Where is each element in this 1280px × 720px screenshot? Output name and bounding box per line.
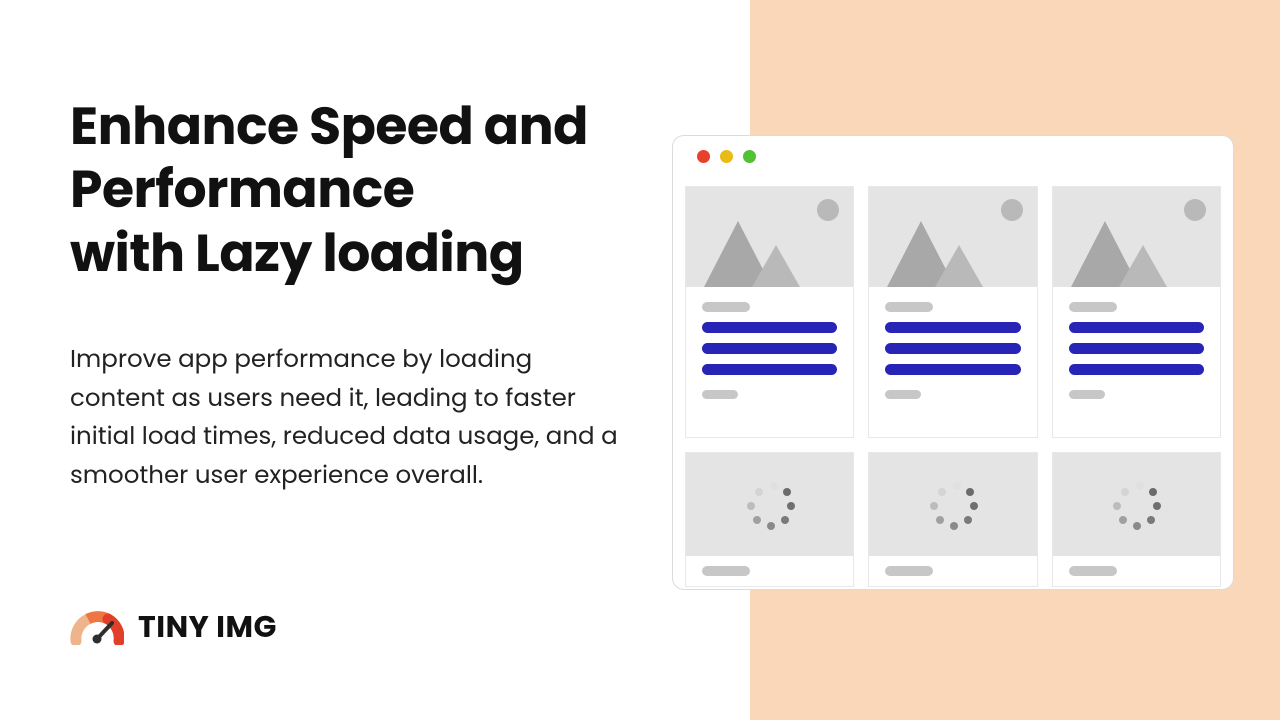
traffic-light-close-icon [697,150,710,163]
loading-spinner-icon [745,480,795,530]
headline-line-2: with Lazy loading [70,217,524,290]
cards-grid [673,176,1233,587]
text-skeleton [702,364,837,375]
loading-area [869,453,1036,556]
card-body [869,556,1036,586]
text-skeleton [885,322,1020,333]
text-skeleton [702,302,750,312]
traffic-light-minimize-icon [720,150,733,163]
body-paragraph: Improve app performance by loading conte… [70,340,630,494]
text-skeleton [1069,302,1117,312]
text-skeleton [885,343,1020,354]
text-skeleton [1069,343,1204,354]
text-skeleton [1069,364,1204,375]
text-content: Enhance Speed and Performance with Lazy … [70,95,630,494]
text-skeleton [1069,566,1117,576]
speedometer-icon [70,609,124,645]
loading-area [1053,453,1220,556]
text-skeleton [885,364,1020,375]
loading-spinner-icon [928,480,978,530]
content-card [868,186,1037,438]
text-skeleton [702,322,837,333]
card-body [1053,556,1220,586]
loading-area [686,453,853,556]
browser-titlebar [673,136,1233,176]
headline: Enhance Speed and Performance with Lazy … [70,95,630,285]
loading-card [868,452,1037,587]
loading-card [685,452,854,587]
card-body [686,287,853,414]
text-skeleton [702,390,738,399]
brand-logo: TINY IMG [70,604,277,650]
text-skeleton [702,343,837,354]
card-body [686,556,853,586]
card-body [869,287,1036,414]
loading-spinner-icon [1111,480,1161,530]
image-placeholder-icon [686,187,853,287]
content-card [685,186,854,438]
logo-text: TINY IMG [138,604,277,650]
text-skeleton [1069,322,1204,333]
image-placeholder-icon [869,187,1036,287]
text-skeleton [885,566,933,576]
text-skeleton [885,390,921,399]
card-body [1053,287,1220,414]
headline-line-1: Enhance Speed and Performance [70,90,588,226]
image-placeholder-icon [1053,187,1220,287]
browser-mockup [672,135,1234,590]
loading-card [1052,452,1221,587]
content-card [1052,186,1221,438]
text-skeleton [885,302,933,312]
text-skeleton [1069,390,1105,399]
text-skeleton [702,566,750,576]
traffic-light-maximize-icon [743,150,756,163]
